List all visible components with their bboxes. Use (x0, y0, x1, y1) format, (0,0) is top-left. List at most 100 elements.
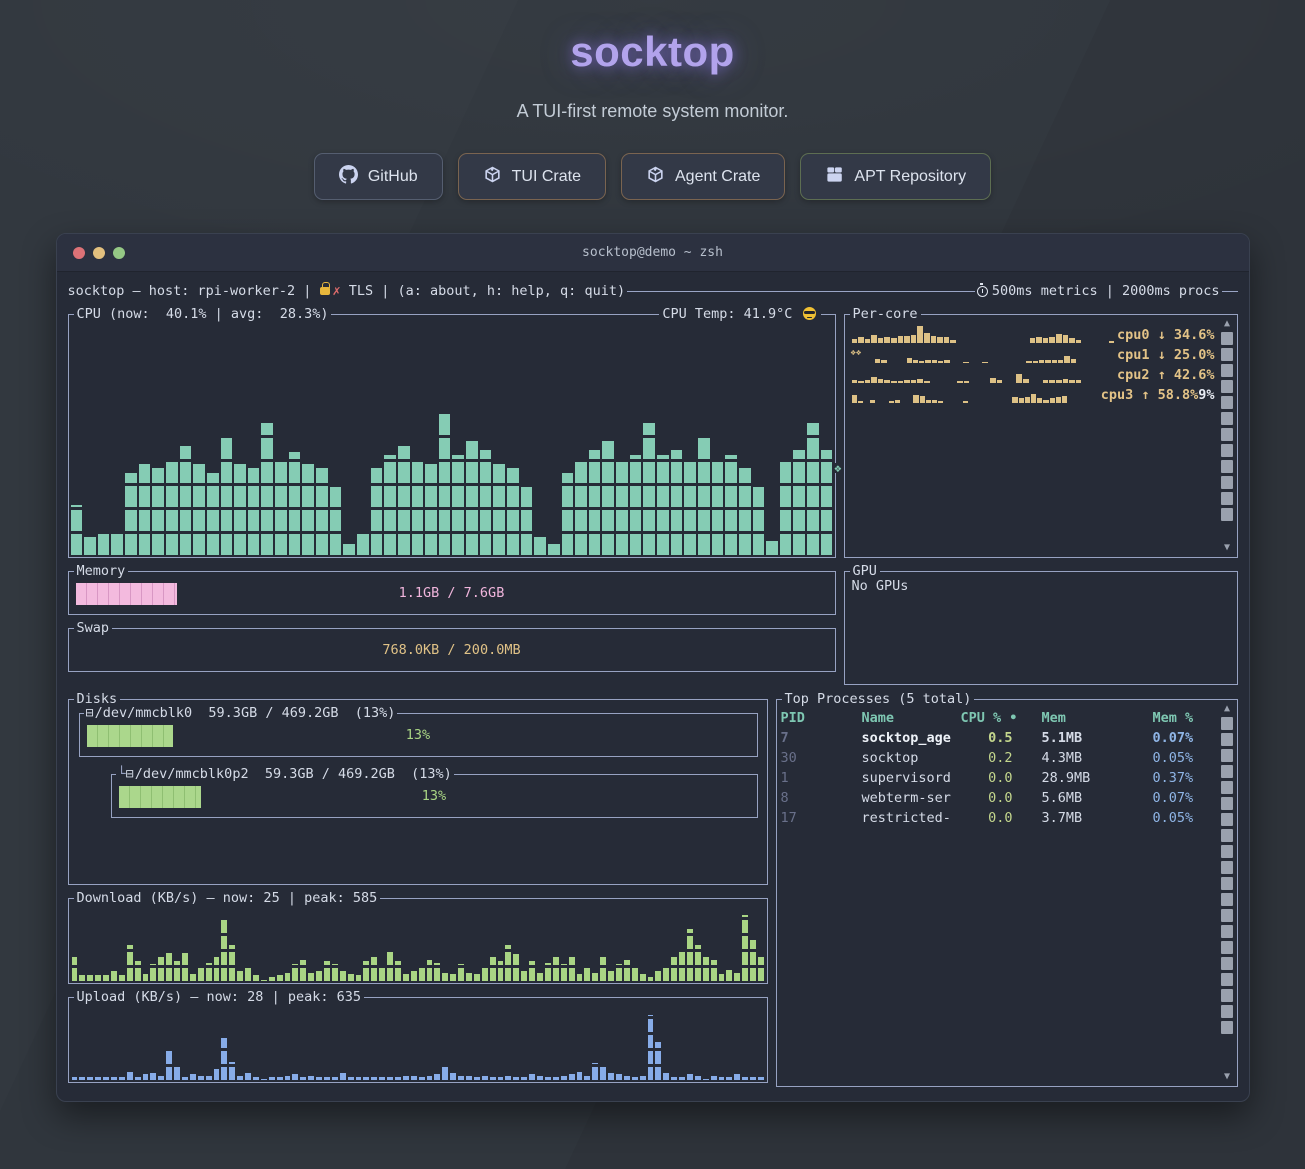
scrollbar-segment[interactable] (1221, 845, 1233, 858)
crate-icon (483, 165, 502, 189)
chart-bar (742, 915, 748, 982)
download-chart (72, 911, 764, 981)
scrollbar-segment[interactable] (1221, 893, 1233, 906)
scrollbar-segment[interactable] (1221, 957, 1233, 970)
scrollbar-segment[interactable] (1221, 444, 1233, 457)
chart-bar (379, 966, 385, 981)
scrollbar-segment[interactable] (1221, 813, 1233, 826)
scrollbar-segment[interactable] (1221, 861, 1233, 874)
chart-bar (316, 468, 328, 555)
chart-bar (1016, 374, 1022, 383)
chart-bar (687, 929, 693, 981)
percore-scrollbar[interactable]: ▲ ▼ (1221, 319, 1234, 553)
chart-bar (442, 1067, 448, 1080)
terminal-titlebar[interactable]: socktop@demo ~ zsh (57, 234, 1249, 272)
chart-bar (919, 361, 924, 363)
scrollbar-segment[interactable] (1221, 909, 1233, 922)
scrollbar-segment[interactable] (1221, 380, 1233, 393)
scrollbar-segment[interactable] (1221, 717, 1233, 730)
scrollbar-segment[interactable] (1221, 733, 1233, 746)
chart-bar (898, 336, 904, 343)
chart-bar (245, 1073, 251, 1080)
cpu-panel: CPU (now: 40.1% | avg: 28.3%) CPU Temp: … (68, 314, 836, 558)
scrollbar-segment[interactable] (1221, 1005, 1233, 1018)
scrollbar-segment[interactable] (1221, 476, 1233, 489)
chart-bar (679, 949, 685, 981)
tui-crate-button[interactable]: TUI Crate (458, 153, 606, 200)
scrollbar-segment[interactable] (1221, 941, 1233, 954)
chart-bar (584, 1076, 590, 1080)
col-header-cpu[interactable]: CPU % • (961, 710, 1039, 730)
chart-bar (513, 1077, 519, 1080)
scrollbar-segment[interactable] (1221, 1021, 1233, 1034)
scrollbar-segment[interactable] (1221, 460, 1233, 473)
percore-label-cpu0: cpu0 ↓ 34.6% (1117, 327, 1215, 343)
scrollbar-segment[interactable] (1221, 973, 1233, 986)
scrollbar-segment[interactable] (1221, 749, 1233, 762)
scrollbar-segment[interactable] (1221, 412, 1233, 425)
col-header-pid[interactable]: PID (781, 710, 859, 730)
chart-bar (111, 1077, 117, 1080)
chart-bar (648, 1015, 654, 1080)
chart-bar (858, 401, 863, 403)
chart-bar (884, 337, 890, 343)
disk-mmcblk0p2-gauge: 13% (119, 786, 750, 808)
chart-bar (726, 970, 732, 981)
chart-bar (505, 1076, 511, 1080)
scrollbar-segment[interactable] (1221, 396, 1233, 409)
minimize-window-icon[interactable] (93, 247, 105, 259)
chart-bar (452, 455, 464, 555)
scroll-up-icon[interactable]: ▲ (1224, 319, 1230, 329)
agent-crate-button[interactable]: Agent Crate (621, 153, 785, 200)
chart-bar (253, 975, 259, 981)
github-button[interactable]: GitHub (314, 153, 443, 200)
chart-bar (343, 544, 355, 555)
tree-branch-glyph: └ (118, 766, 126, 782)
chart-bar (1052, 360, 1057, 363)
percore-row-cpu0: cpu0 ↓ 34.6% (851, 323, 1215, 343)
scroll-down-icon[interactable]: ▼ (1224, 1072, 1230, 1082)
close-window-icon[interactable] (73, 247, 85, 259)
chart-bar (72, 1077, 78, 1080)
process-row-webterm-ser[interactable]: 8webterm-ser0.05.6MB0.07% (781, 790, 1215, 810)
scrollbar-segment[interactable] (1221, 925, 1233, 938)
scroll-up-icon[interactable]: ▲ (1224, 704, 1230, 714)
maximize-window-icon[interactable] (113, 247, 125, 259)
chart-bar (711, 1076, 717, 1080)
scrollbar-segment[interactable] (1221, 364, 1233, 377)
process-row-socktop_age[interactable]: 7socktop_age0.55.1MB0.07% (781, 730, 1215, 750)
scrollbar-segment[interactable] (1221, 348, 1233, 361)
chart-bar (442, 973, 448, 981)
scrollbar-segment[interactable] (1221, 428, 1233, 441)
scroll-down-icon[interactable]: ▼ (1224, 543, 1230, 553)
chart-bar (648, 977, 654, 981)
chart-bar (1063, 379, 1069, 383)
scrollbar-segment[interactable] (1221, 989, 1233, 1002)
scrollbar-segment[interactable] (1221, 508, 1233, 521)
scrollbar-segment[interactable] (1221, 332, 1233, 345)
chart-bar (932, 400, 937, 403)
scrollbar-segment[interactable] (1221, 765, 1233, 778)
col-header-name[interactable]: Name (862, 710, 958, 730)
chart-bar (878, 379, 884, 383)
chart-bar (719, 974, 725, 981)
process-row-socktop[interactable]: 30socktop0.24.3MB0.05% (781, 750, 1215, 770)
process-row-restricted-[interactable]: 17restricted-0.03.7MB0.05% (781, 810, 1215, 830)
chart-bar (182, 1077, 188, 1080)
chart-bar (450, 1073, 456, 1080)
chart-bar (269, 1077, 275, 1080)
nav-buttons: GitHub TUI Crate Agent Crate APT Reposit… (0, 153, 1305, 200)
process-row-supervisord[interactable]: 1supervisord0.028.9MB0.37% (781, 770, 1215, 790)
scrollbar-segment[interactable] (1221, 492, 1233, 505)
scrollbar-segment[interactable] (1221, 781, 1233, 794)
processes-scrollbar[interactable]: ▲ ▼ (1221, 704, 1234, 1082)
chart-bar (135, 1077, 141, 1081)
apt-repository-button[interactable]: APT Repository (800, 153, 991, 200)
chart-bar (379, 1077, 385, 1080)
chart-bar (261, 1079, 267, 1080)
col-header-mem[interactable]: Mem (1042, 710, 1150, 730)
scrollbar-segment[interactable] (1221, 829, 1233, 842)
col-header-mem-pct[interactable]: Mem % (1153, 710, 1215, 730)
scrollbar-segment[interactable] (1221, 877, 1233, 890)
scrollbar-segment[interactable] (1221, 797, 1233, 810)
